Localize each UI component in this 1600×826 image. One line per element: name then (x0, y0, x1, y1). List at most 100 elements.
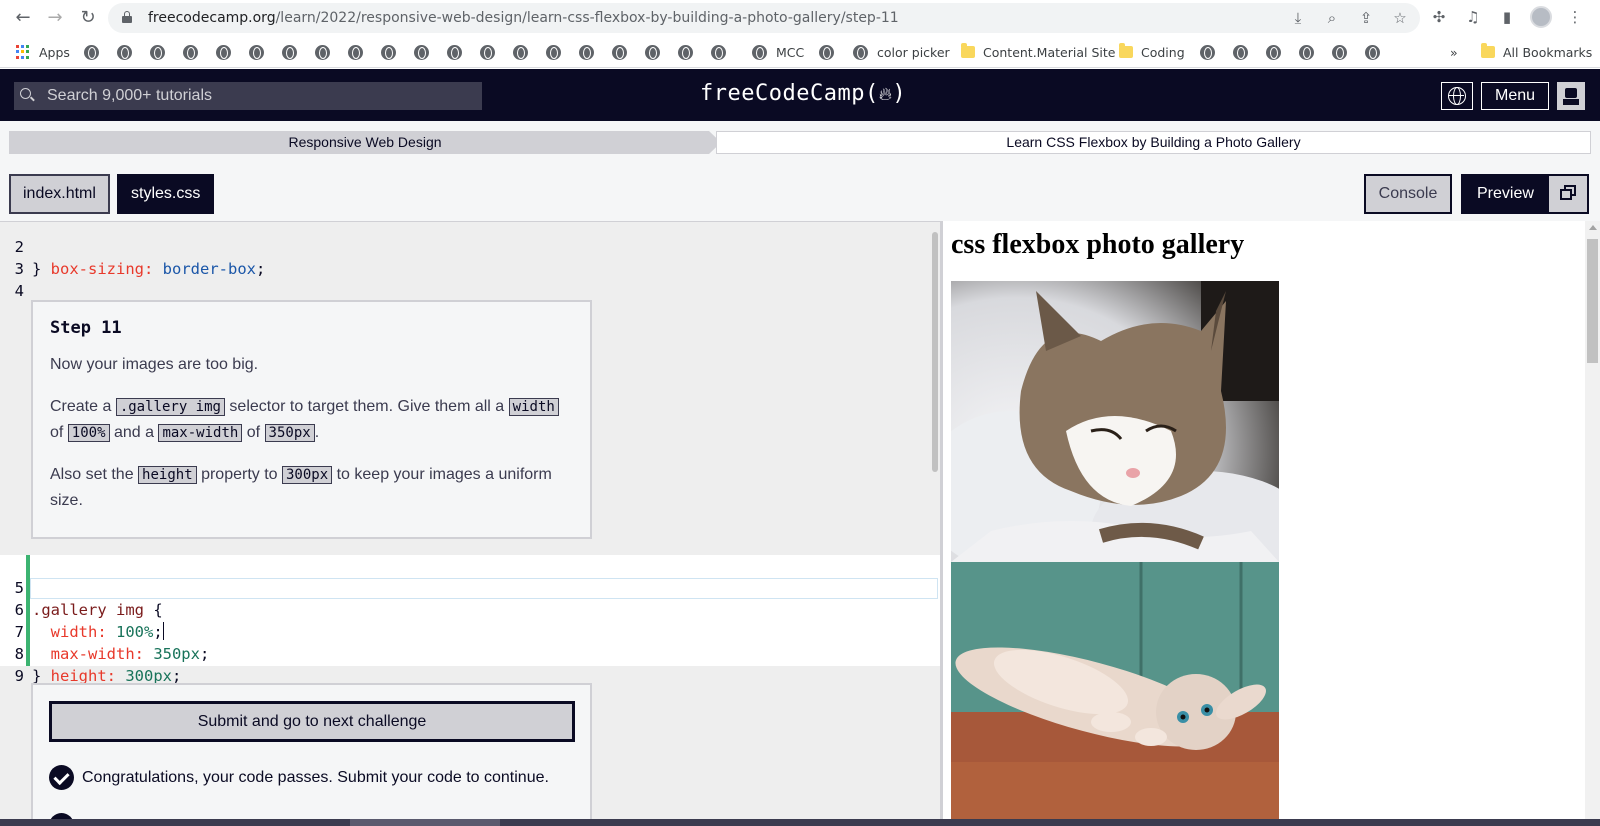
popout-icon[interactable] (1549, 176, 1587, 212)
bookmark-globe[interactable] (1365, 42, 1380, 62)
media-icon[interactable]: ♫ (1462, 6, 1484, 28)
flame-icon: 🔥︎ (878, 84, 893, 105)
preview-button[interactable]: Preview (1461, 174, 1589, 214)
code-line[interactable]: 3} (0, 236, 940, 278)
step-instructions: Step 11 Now your images are too big. Cre… (31, 300, 592, 539)
extensions-icon[interactable]: ✣ (1428, 6, 1450, 28)
bookmark-globe[interactable] (819, 42, 834, 62)
preview-pane[interactable]: css flexbox photo gallery (943, 221, 1600, 826)
globe-icon (1200, 44, 1215, 60)
bookmark-all-bookmarks[interactable]: All Bookmarks (1481, 42, 1592, 62)
globe-icon (216, 44, 231, 60)
code-line[interactable]: 9} (0, 643, 940, 685)
code-editor[interactable]: 2 box-sizing: border-box; 3} 4 Step 11 N… (0, 221, 940, 826)
code-line[interactable]: 4 (0, 258, 940, 300)
profile-avatar[interactable] (1530, 6, 1552, 28)
bookmark-content-material[interactable]: Content.Material Site (961, 42, 1115, 62)
submit-button[interactable]: Submit and go to next challenge (49, 701, 575, 742)
bookmark-globe[interactable] (1200, 42, 1215, 62)
bookmark-globe[interactable] (282, 42, 297, 62)
search-input[interactable]: Search 9,000+ tutorials (14, 82, 482, 110)
globe-icon (1448, 87, 1466, 105)
instruction-text: Now your images are too big. (50, 356, 259, 373)
bookmark-globe[interactable] (612, 42, 627, 62)
code-line[interactable]: 2 box-sizing: border-box; (0, 222, 940, 278)
zoom-icon[interactable]: ⌕ (1322, 8, 1342, 28)
bookmark-globe[interactable] (645, 42, 660, 62)
test-results-panel: Submit and go to next challenge Congratu… (31, 683, 592, 826)
bookmark-globe[interactable] (1233, 42, 1248, 62)
bookmark-globe[interactable] (1332, 42, 1347, 62)
preview-scrollbar[interactable] (1585, 221, 1600, 826)
globe-icon (819, 44, 834, 60)
bookmark-globe[interactable] (579, 42, 594, 62)
star-icon[interactable]: ☆ (1390, 8, 1410, 28)
bookmark-globe[interactable] (513, 42, 528, 62)
side-panel-icon[interactable]: ▮ (1496, 6, 1518, 28)
more-menu-icon[interactable]: ⋮ (1564, 6, 1586, 28)
globe-icon (513, 44, 528, 60)
code-line[interactable]: 5 .gallery img { (0, 555, 940, 619)
forward-icon[interactable]: → (44, 7, 66, 29)
breadcrumb-superblock[interactable]: Responsive Web Design (9, 131, 721, 154)
bookmark-mcc[interactable]: MCC (752, 42, 804, 62)
code-line[interactable]: 7 max-width: 350px; (0, 599, 940, 663)
fcc-logo[interactable]: freeCodeCamp(🔥︎) (700, 81, 906, 106)
preview-scroll-thumb[interactable] (1587, 239, 1598, 363)
bookmark-globe[interactable] (84, 42, 99, 62)
user-avatar[interactable] (1557, 82, 1585, 110)
console-button[interactable]: Console (1364, 174, 1452, 214)
globe-icon (546, 44, 561, 60)
globe-icon (1365, 44, 1380, 60)
tab-index-html[interactable]: index.html (9, 174, 110, 214)
bookmark-globe[interactable] (678, 42, 693, 62)
back-icon[interactable]: ← (12, 7, 34, 29)
bookmark-globe[interactable] (480, 42, 495, 62)
globe-icon (1299, 44, 1314, 60)
lock-icon[interactable] (122, 11, 132, 23)
address-bar[interactable]: freecodecamp.org/learn/2022/responsive-w… (108, 3, 1420, 33)
globe-icon (381, 44, 396, 60)
bookmark-globe[interactable] (447, 42, 462, 62)
globe-icon (150, 44, 165, 60)
bookmark-globe[interactable] (711, 42, 726, 62)
globe-icon (645, 44, 660, 60)
language-button[interactable] (1441, 82, 1473, 110)
menu-button[interactable]: Menu (1481, 82, 1549, 110)
globe-icon (612, 44, 627, 60)
bookmark-globe[interactable] (216, 42, 231, 62)
bookmark-globe[interactable] (414, 42, 429, 62)
bookmark-globe[interactable] (1266, 42, 1281, 62)
reload-icon[interactable]: ↻ (77, 7, 99, 29)
scroll-up-arrow-icon[interactable] (1589, 225, 1597, 230)
bookmark-apps[interactable]: Apps (16, 42, 70, 62)
bookmarks-overflow[interactable]: » (1450, 42, 1458, 62)
globe-icon (678, 44, 693, 60)
bookmark-globe[interactable] (249, 42, 264, 62)
bookmark-coding[interactable]: Coding (1119, 42, 1185, 62)
url-text[interactable]: freecodecamp.org/learn/2022/responsive-w… (148, 10, 899, 26)
share-icon[interactable]: ⇪ (1356, 8, 1376, 28)
bookmark-globe[interactable] (348, 42, 363, 62)
bookmark-color-picker[interactable]: color picker (853, 42, 950, 62)
window-bottom-edge (0, 819, 1600, 826)
install-app-icon[interactable]: ⤓ (1288, 8, 1308, 28)
pass-message: Congratulations, your code passes. Submi… (49, 765, 549, 790)
bookmark-globe[interactable] (1299, 42, 1314, 62)
bookmark-globe[interactable] (183, 42, 198, 62)
bookmark-globe[interactable] (315, 42, 330, 62)
editor-scrollbar[interactable] (932, 232, 938, 472)
bookmark-globe[interactable] (117, 42, 132, 62)
bookmarks-bar: Apps MCC color picker Content.Material S… (0, 36, 1600, 68)
globe-icon (711, 44, 726, 60)
playful-cat-photo (951, 562, 1279, 826)
code-line[interactable]: 8 height: 300px; (0, 621, 940, 685)
globe-icon (1332, 44, 1347, 60)
challenge-toolbar: Responsive Web Design Learn CSS Flexbox … (0, 121, 1600, 221)
bookmark-globe[interactable] (150, 42, 165, 62)
breadcrumb-block[interactable]: Learn CSS Flexbox by Building a Photo Ga… (716, 131, 1591, 154)
bookmark-globe[interactable] (546, 42, 561, 62)
code-line[interactable]: 6 width: 100%; (0, 577, 940, 641)
tab-styles-css[interactable]: styles.css (117, 174, 215, 214)
bookmark-globe[interactable] (381, 42, 396, 62)
